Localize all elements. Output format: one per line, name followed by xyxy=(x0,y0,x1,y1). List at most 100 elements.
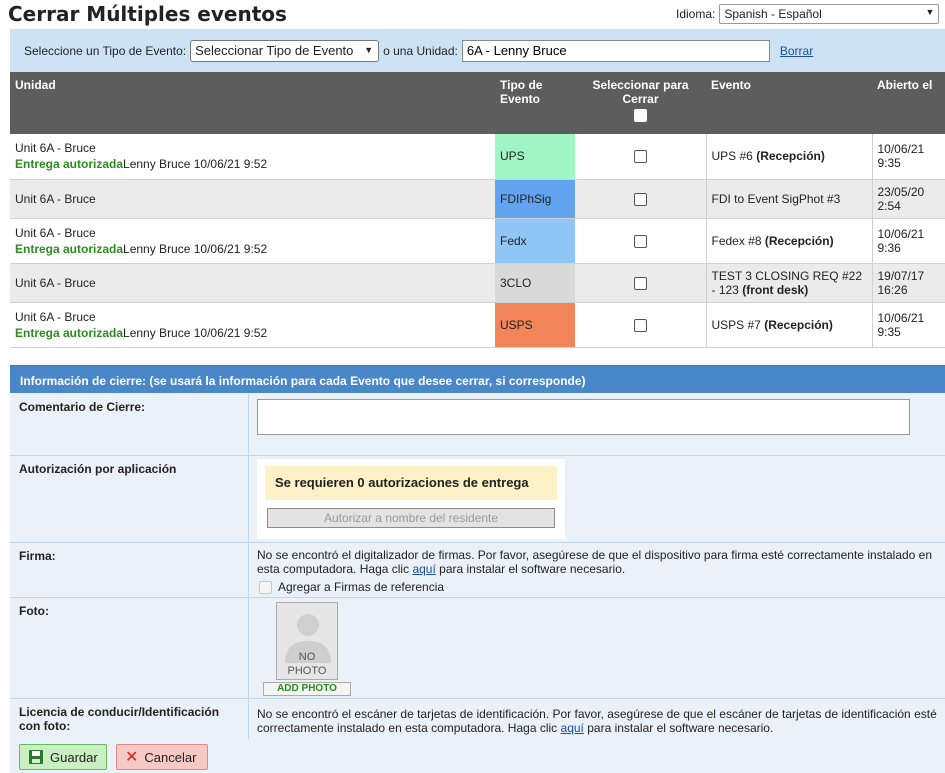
license-message: No se encontró el escáner de tarjetas de… xyxy=(257,707,945,735)
auth-status: Entrega autorizada xyxy=(15,325,124,340)
row-select-checkbox[interactable] xyxy=(633,318,647,332)
license-row: Licencia de conducir/Identificación con … xyxy=(10,699,945,739)
opened-date: 19/07/17 xyxy=(877,268,925,283)
unit-name: Unit 6A - Bruce xyxy=(15,225,96,240)
row-select-checkbox[interactable] xyxy=(633,150,647,164)
event-name: UPS #6 xyxy=(711,149,753,164)
event-type-cell: Fedx xyxy=(495,218,575,264)
table-row[interactable]: Unit 6A - Bruce FDIPhSig FDI to Event Si… xyxy=(10,179,945,219)
unit-cell: Unit 6A - Bruce xyxy=(10,263,495,303)
event-type-label: Seleccione un Tipo de Evento: xyxy=(24,43,187,58)
event-name: FDI to Event SigPhot #3 xyxy=(711,191,841,206)
comment-row: Comentario de Cierre: xyxy=(10,394,945,456)
unit-label: o una Unidad: xyxy=(383,43,458,58)
signature-row: Firma: No se encontró el digitalizador d… xyxy=(10,543,945,598)
auth-detail: Lenny Bruce 10/06/21 9:52 xyxy=(123,157,268,172)
unit-cell: Unit 6A - Bruce Entrega autorizadaLenny … xyxy=(10,134,495,180)
event-cell: Fedex #8 (Recepción) xyxy=(705,218,872,264)
event-tag: (front desk) xyxy=(742,282,809,297)
no-photo-line2: PHOTO xyxy=(287,665,327,677)
opened-date: 10/06/21 xyxy=(877,142,925,157)
reference-signature-label: Agregar a Firmas de referencia xyxy=(278,580,445,594)
event-type-cell: UPS xyxy=(495,134,575,180)
page-title: Cerrar Múltiples eventos xyxy=(8,2,287,26)
event-cell: TEST 3 CLOSING REQ #22 - 123 (front desk… xyxy=(705,263,872,303)
signature-text-end: para instalar el software necesario. xyxy=(439,562,626,576)
opened-cell: 23/05/20 2:54 xyxy=(871,179,945,219)
auth-detail: Lenny Bruce 10/06/21 9:52 xyxy=(123,241,268,256)
col-select: Seleccionar para Cerrar xyxy=(575,72,706,134)
unit-name: Unit 6A - Bruce xyxy=(15,309,96,324)
col-event: Evento xyxy=(706,72,872,134)
col-unit: Unidad xyxy=(10,72,495,134)
event-name: Fedex #8 xyxy=(711,233,762,248)
opened-time: 9:35 xyxy=(877,324,901,339)
close-icon: ✕ xyxy=(125,749,139,766)
events-table: Unidad Tipo de Evento Seleccionar para C… xyxy=(10,72,945,348)
photo-placeholder[interactable]: NO PHOTO xyxy=(276,602,338,680)
opened-time: 9:36 xyxy=(877,240,901,255)
table-row[interactable]: Unit 6A - Bruce Entrega autorizadaLenny … xyxy=(10,134,945,180)
unit-name: Unit 6A - Bruce xyxy=(15,141,96,156)
reference-signature-checkbox[interactable] xyxy=(259,580,272,594)
opened-date: 10/06/21 xyxy=(877,310,925,325)
select-cell xyxy=(575,302,706,348)
no-photo-line1: NO xyxy=(298,651,316,663)
row-select-checkbox[interactable] xyxy=(633,234,647,248)
closing-info-header: Información de cierre: (se usará la info… xyxy=(10,365,945,393)
event-type-select[interactable]: Seleccionar Tipo de Evento ▼ xyxy=(190,39,380,62)
event-type-cell: 3CLO xyxy=(495,263,575,303)
license-label: Licencia de conducir/Identificación con … xyxy=(19,705,220,733)
cancel-button[interactable]: ✕ Cancelar xyxy=(116,744,208,770)
opened-time: 2:54 xyxy=(877,198,901,213)
cancel-label: Cancelar xyxy=(144,749,197,765)
save-label: Guardar xyxy=(50,749,98,765)
unit-input[interactable] xyxy=(461,39,770,62)
event-tag: (Recepción) xyxy=(764,317,833,332)
opened-time: 16:26 xyxy=(877,282,908,297)
license-text-end: para instalar el software necesario. xyxy=(587,721,774,735)
license-install-link[interactable]: aquí xyxy=(561,721,584,735)
unit-cell: Unit 6A - Bruce Entrega autorizadaLenny … xyxy=(10,218,495,264)
authorize-resident-button[interactable]: Autorizar a nombre del residente xyxy=(267,508,555,528)
language-select[interactable]: Spanish - Español ▼ xyxy=(719,4,940,24)
select-cell xyxy=(575,218,706,264)
event-cell: USPS #7 (Recepción) xyxy=(705,302,872,348)
opened-cell: 10/06/21 9:35 xyxy=(871,302,945,348)
closing-info-panel: Información de cierre: (se usará la info… xyxy=(10,365,945,773)
event-tag: (Recepción) xyxy=(756,149,825,164)
unit-name: Unit 6A - Bruce xyxy=(15,275,96,290)
unit-cell: Unit 6A - Bruce xyxy=(10,179,495,219)
filter-bar: Seleccione un Tipo de Evento: Selecciona… xyxy=(10,29,945,72)
select-cell xyxy=(575,263,706,303)
table-row[interactable]: Unit 6A - Bruce 3CLO TEST 3 CLOSING REQ … xyxy=(10,263,945,303)
closing-comment-field[interactable] xyxy=(257,399,910,435)
event-tag: (Recepción) xyxy=(764,233,834,248)
table-row[interactable]: Unit 6A - Bruce Entrega autorizadaLenny … xyxy=(10,218,945,264)
row-select-checkbox[interactable] xyxy=(633,276,647,290)
event-type-cell: USPS xyxy=(495,302,575,348)
col-type: Tipo de Evento xyxy=(495,72,575,134)
signature-label: Firma: xyxy=(19,549,56,563)
save-icon xyxy=(29,750,43,764)
row-select-checkbox[interactable] xyxy=(633,192,647,206)
auth-status: Entrega autorizada xyxy=(15,241,124,256)
opened-cell: 10/06/21 9:35 xyxy=(871,134,945,180)
signature-install-link[interactable]: aquí xyxy=(412,562,435,576)
auth-required-note: Se requieren 0 autorizaciones de entrega xyxy=(265,466,557,500)
add-photo-button[interactable]: ADD PHOTO xyxy=(263,682,351,696)
comment-label: Comentario de Cierre: xyxy=(19,400,146,414)
opened-date: 10/06/21 xyxy=(877,226,925,241)
signature-message: No se encontró el digitalizador de firma… xyxy=(257,548,945,576)
select-cell xyxy=(575,179,706,219)
select-all-checkbox[interactable] xyxy=(634,109,647,122)
unit-cell: Unit 6A - Bruce Entrega autorizadaLenny … xyxy=(10,302,495,348)
app-auth-row: Autorización por aplicación Se requieren… xyxy=(10,456,945,543)
event-name: USPS #7 xyxy=(711,317,761,332)
opened-time: 9:35 xyxy=(877,156,901,171)
table-row[interactable]: Unit 6A - Bruce Entrega autorizadaLenny … xyxy=(10,302,945,348)
language-picker: Idioma: Spanish - Español ▼ xyxy=(676,4,940,24)
col-select-label: Seleccionar para Cerrar xyxy=(592,78,689,106)
clear-link[interactable]: Borrar xyxy=(780,44,813,58)
save-button[interactable]: Guardar xyxy=(19,744,107,770)
